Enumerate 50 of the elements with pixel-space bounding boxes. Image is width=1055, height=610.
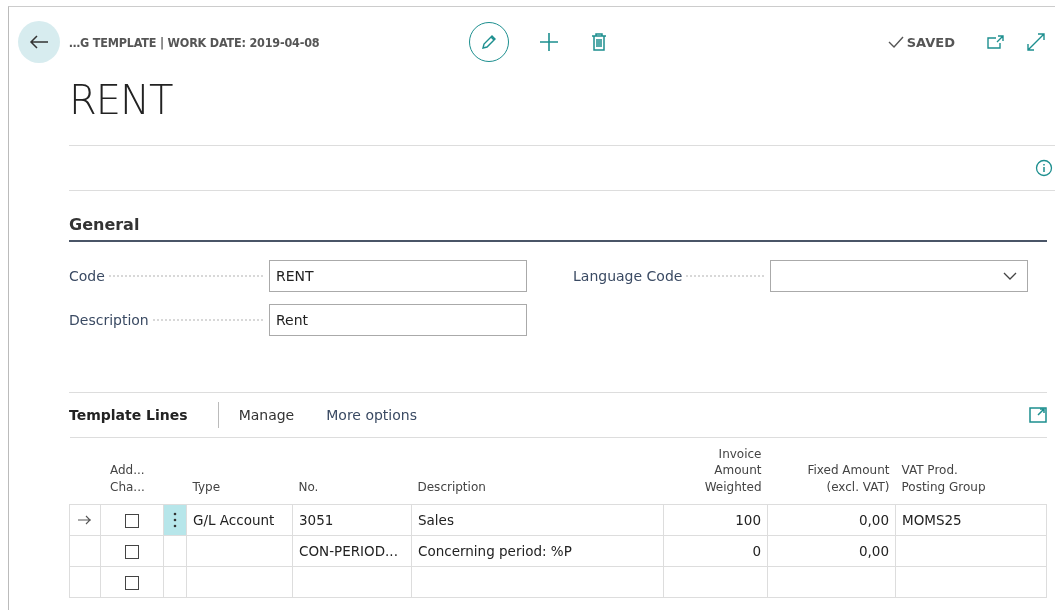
back-button[interactable] [18, 21, 60, 63]
table-cell: 0 [752, 543, 761, 559]
table-cell: CON-PERIOD... [299, 543, 398, 559]
column-header[interactable]: Fixed Amount (excl. VAT) [781, 462, 890, 496]
input-field[interactable]: RENT [269, 260, 527, 292]
open-new-window-button[interactable] [985, 33, 1007, 51]
check-icon [887, 36, 904, 48]
checkbox[interactable] [125, 545, 139, 559]
table-cell: Concerning period: %P [418, 543, 572, 559]
breadcrumb: …G TEMPLATE | WORK DATE: 2019-04-08 [69, 34, 321, 50]
column-header[interactable]: VAT Prod. Posting Group [901, 462, 994, 496]
column-header[interactable]: Type [192, 480, 221, 495]
column-header[interactable]: Invoice Amount Weighted [681, 445, 762, 496]
checkbox[interactable] [125, 576, 139, 590]
column-header[interactable]: No. [298, 480, 319, 495]
table-cell: Sales [418, 512, 454, 528]
field-label: Description [69, 312, 150, 328]
more-icon [173, 512, 177, 528]
table-cell: 100 [735, 512, 761, 528]
delete-button[interactable] [589, 31, 609, 53]
action-link[interactable]: More options [326, 407, 417, 423]
trash-icon [591, 33, 607, 51]
field-label: Language Code [573, 268, 684, 284]
expand-button[interactable] [1025, 31, 1047, 53]
expand-icon [1027, 33, 1045, 51]
table-cell: 0,00 [858, 543, 889, 559]
expand-part-icon[interactable] [1029, 407, 1047, 423]
checkbox[interactable] [125, 514, 139, 528]
dropdown-field[interactable] [770, 260, 1028, 292]
saved-status: SAVED [887, 34, 955, 50]
action-link[interactable]: Manage [238, 407, 295, 423]
table-cell: G/L Account [193, 512, 275, 528]
open-window-icon [987, 35, 1005, 49]
page-title: RENT [69, 77, 174, 125]
input-field[interactable]: Rent [269, 304, 527, 336]
table-cell: MOMS25 [902, 512, 962, 528]
section-heading: General [69, 215, 1047, 242]
table-cell: 3051 [299, 512, 334, 528]
column-header[interactable]: Add... Cha... [110, 462, 154, 496]
part-title: Template Lines [69, 407, 188, 423]
edit-button[interactable] [469, 22, 509, 62]
plus-icon [539, 32, 559, 52]
back-arrow-icon [29, 35, 49, 49]
pencil-icon [480, 33, 498, 51]
table-cell: 0,00 [858, 512, 889, 528]
field-label: Code [69, 268, 106, 284]
new-button[interactable] [537, 30, 561, 54]
info-icon[interactable] [1035, 159, 1053, 177]
column-header[interactable]: Description [417, 480, 486, 495]
chevron-down-icon [1003, 272, 1017, 280]
